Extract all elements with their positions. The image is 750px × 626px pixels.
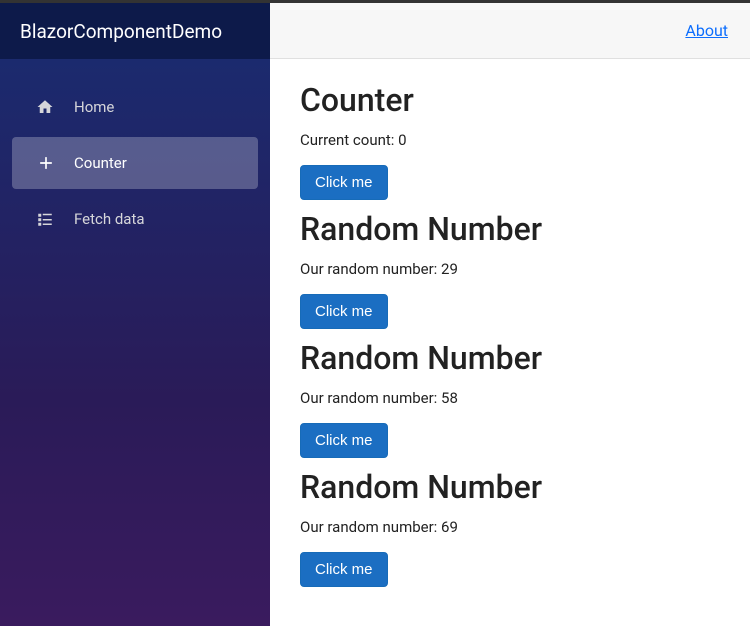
body-row: Home Counter Fetch data Counter Current … (0, 59, 750, 626)
click-me-button[interactable]: Click me (300, 294, 388, 329)
click-me-button[interactable]: Click me (300, 552, 388, 587)
about-link[interactable]: About (685, 21, 728, 40)
random-section-2: Random Number Our random number: 69 Clic… (300, 468, 720, 593)
counter-count: Current count: 0 (300, 131, 720, 149)
home-icon (36, 97, 64, 117)
counter-section: Counter Current count: 0 Click me (300, 81, 720, 206)
random-title: Random Number (300, 468, 720, 506)
plus-icon (36, 153, 64, 173)
top-row: BlazorComponentDemo About (0, 3, 750, 59)
list-icon (36, 209, 64, 229)
counter-title: Counter (300, 81, 720, 119)
random-section-0: Random Number Our random number: 29 Clic… (300, 210, 720, 335)
click-me-button[interactable]: Click me (300, 165, 388, 200)
random-section-1: Random Number Our random number: 58 Clic… (300, 339, 720, 464)
random-text: Our random number: 69 (300, 518, 720, 536)
sidebar-item-label: Home (74, 98, 114, 116)
random-text: Our random number: 29 (300, 260, 720, 278)
sidebar: Home Counter Fetch data (0, 59, 270, 626)
random-text: Our random number: 58 (300, 389, 720, 407)
sidebar-item-home[interactable]: Home (12, 81, 258, 133)
sidebar-item-label: Counter (74, 154, 127, 172)
sidebar-item-label: Fetch data (74, 210, 145, 228)
click-me-button[interactable]: Click me (300, 423, 388, 458)
top-bar: About (270, 3, 750, 59)
sidebar-item-counter[interactable]: Counter (12, 137, 258, 189)
main-content: Counter Current count: 0 Click me Random… (270, 59, 750, 626)
brand: BlazorComponentDemo (0, 3, 270, 59)
random-title: Random Number (300, 339, 720, 377)
sidebar-item-fetchdata[interactable]: Fetch data (12, 193, 258, 245)
random-title: Random Number (300, 210, 720, 248)
